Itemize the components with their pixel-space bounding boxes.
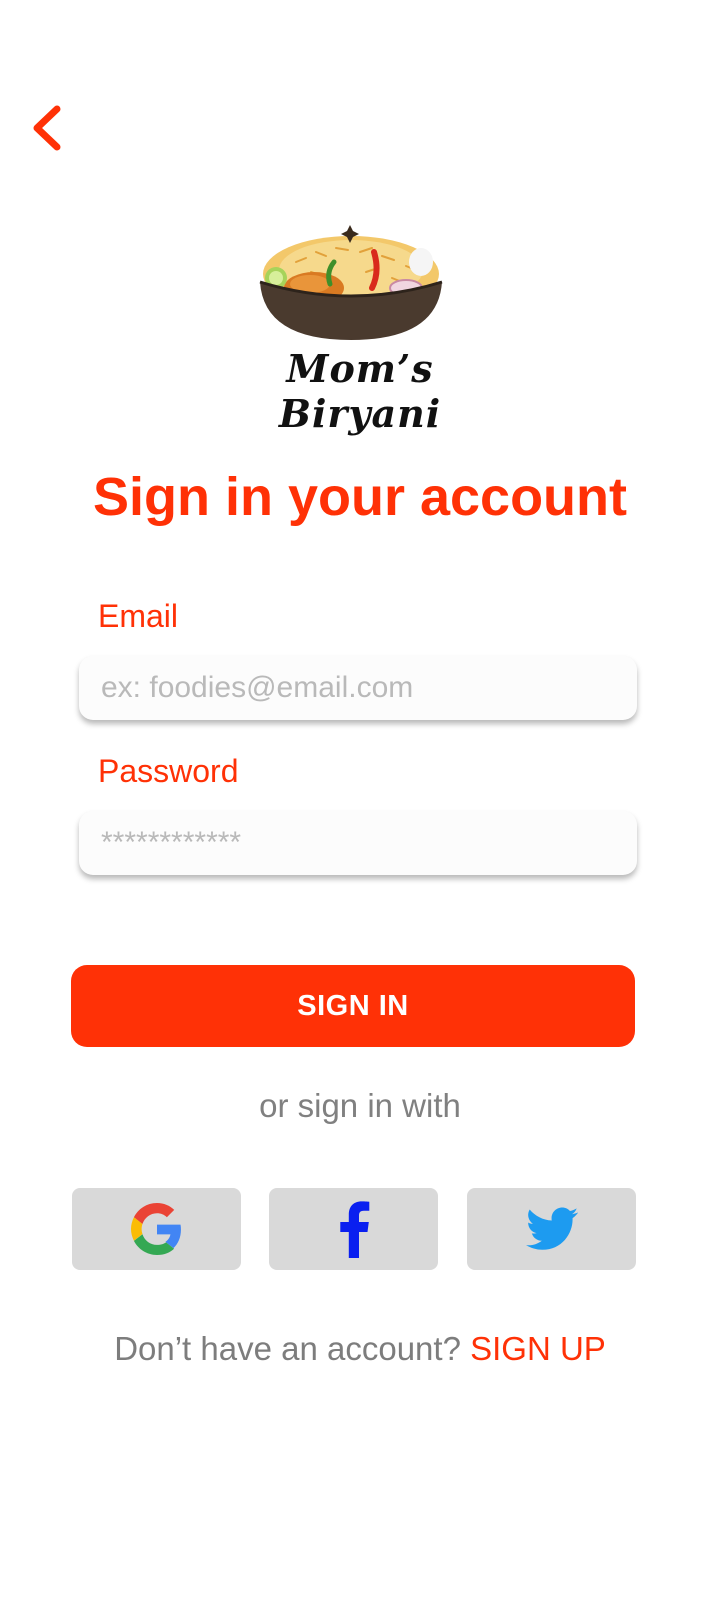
google-sign-in-button[interactable] (72, 1188, 241, 1270)
facebook-sign-in-button[interactable] (269, 1188, 438, 1270)
chevron-left-icon (33, 105, 61, 151)
sign-in-button[interactable]: SIGN IN (71, 965, 635, 1047)
email-field-container (79, 656, 637, 720)
twitter-sign-in-button[interactable] (467, 1188, 636, 1270)
google-icon (130, 1203, 181, 1255)
brand-name: Mom’s Biryani (278, 346, 442, 436)
email-input[interactable] (99, 670, 617, 706)
password-input[interactable] (99, 825, 617, 861)
signup-prompt: Don’t have an account? SIGN UP (0, 1330, 720, 1368)
page-title: Sign in your account (92, 467, 628, 527)
password-field-container (79, 811, 637, 875)
social-divider-text: or sign in with (259, 1087, 461, 1124)
email-label: Email (98, 598, 179, 634)
back-button[interactable] (22, 100, 70, 156)
password-label: Password (98, 753, 239, 789)
twitter-icon (525, 1207, 578, 1250)
signup-prompt-text: Don’t have an account? (114, 1330, 471, 1367)
biryani-bowl-icon (259, 225, 443, 340)
facebook-icon (339, 1201, 369, 1258)
sign-up-link[interactable]: SIGN UP (470, 1330, 606, 1367)
brand-logo: Mom’s Biryani (200, 222, 520, 436)
